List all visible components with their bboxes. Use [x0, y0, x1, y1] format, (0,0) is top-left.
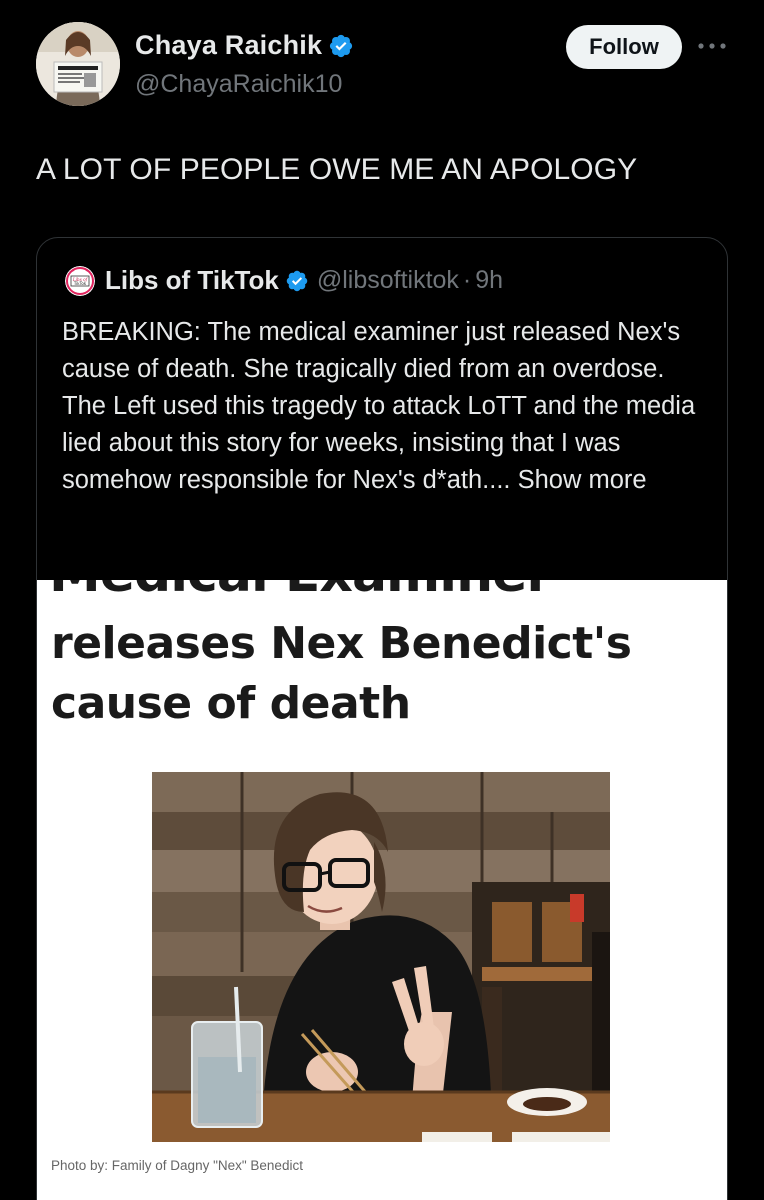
author-name-row: Chaya Raichik	[135, 30, 354, 61]
article-photo	[152, 772, 610, 1142]
photo-caption: Photo by: Family of Dagny "Nex" Benedict	[51, 1158, 303, 1173]
quoted-author-name[interactable]: Libs of TikTok	[105, 265, 279, 296]
libs-of-tiktok-logo-icon[interactable]: Libs of TikTok	[65, 265, 95, 296]
author-name[interactable]: Chaya Raichik	[135, 30, 322, 61]
quoted-text: BREAKING: The medical examiner just rele…	[62, 314, 712, 499]
quoted-paragraph-2: The Left used this tragedy to attack LoT…	[62, 388, 712, 499]
quoted-tweet[interactable]: Libs of TikTok Libs of TikTok @libsoftik…	[36, 237, 728, 1200]
separator-dot: ·	[462, 266, 472, 294]
tweet-text: A LOT OF PEOPLE OWE ME AN APOLOGY	[36, 153, 638, 186]
quoted-author-handle[interactable]: @libsoftiktok	[317, 266, 459, 295]
article-image[interactable]: Medical Examiner releases Nex Benedict's…	[37, 580, 727, 1200]
article-headline: releases Nex Benedict's cause of death	[51, 618, 632, 729]
quoted-header: Libs of TikTok Libs of TikTok @libsoftik…	[65, 265, 503, 296]
svg-text:TikTok: TikTok	[73, 281, 87, 286]
quoted-timestamp[interactable]: 9h	[475, 266, 503, 295]
verified-badge-icon	[286, 270, 308, 291]
show-more-link[interactable]: Show more	[518, 466, 647, 494]
quoted-paragraph-1: BREAKING: The medical examiner just rele…	[62, 318, 681, 383]
article-cut-headline: Medical Examiner	[49, 580, 552, 604]
avatar[interactable]	[36, 22, 120, 106]
tweet-header: Chaya Raichik @ChayaRaichik10 Follow	[0, 0, 764, 120]
author-handle[interactable]: @ChayaRaichik10	[135, 70, 342, 99]
follow-button[interactable]: Follow	[566, 25, 682, 69]
ellipsis-icon[interactable]	[696, 30, 728, 62]
verified-badge-icon	[330, 34, 353, 57]
